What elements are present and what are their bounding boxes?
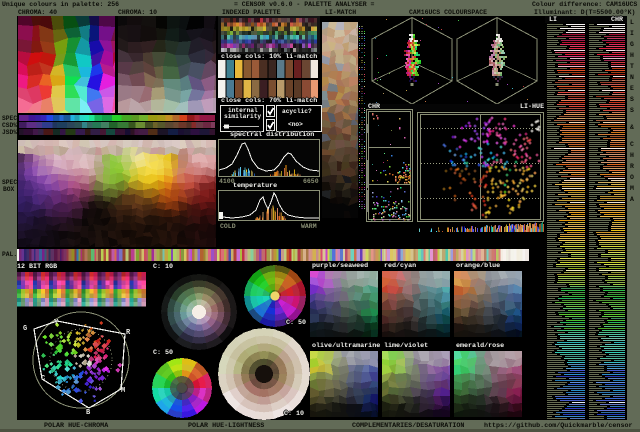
svg-text:G: G <box>23 325 27 333</box>
svg-text:Y: Y <box>54 319 59 327</box>
svg-text:B: B <box>86 409 91 417</box>
svg-text:R: R <box>126 329 131 337</box>
svg-text:C: C <box>41 375 45 383</box>
svg-text:M: M <box>121 387 125 395</box>
